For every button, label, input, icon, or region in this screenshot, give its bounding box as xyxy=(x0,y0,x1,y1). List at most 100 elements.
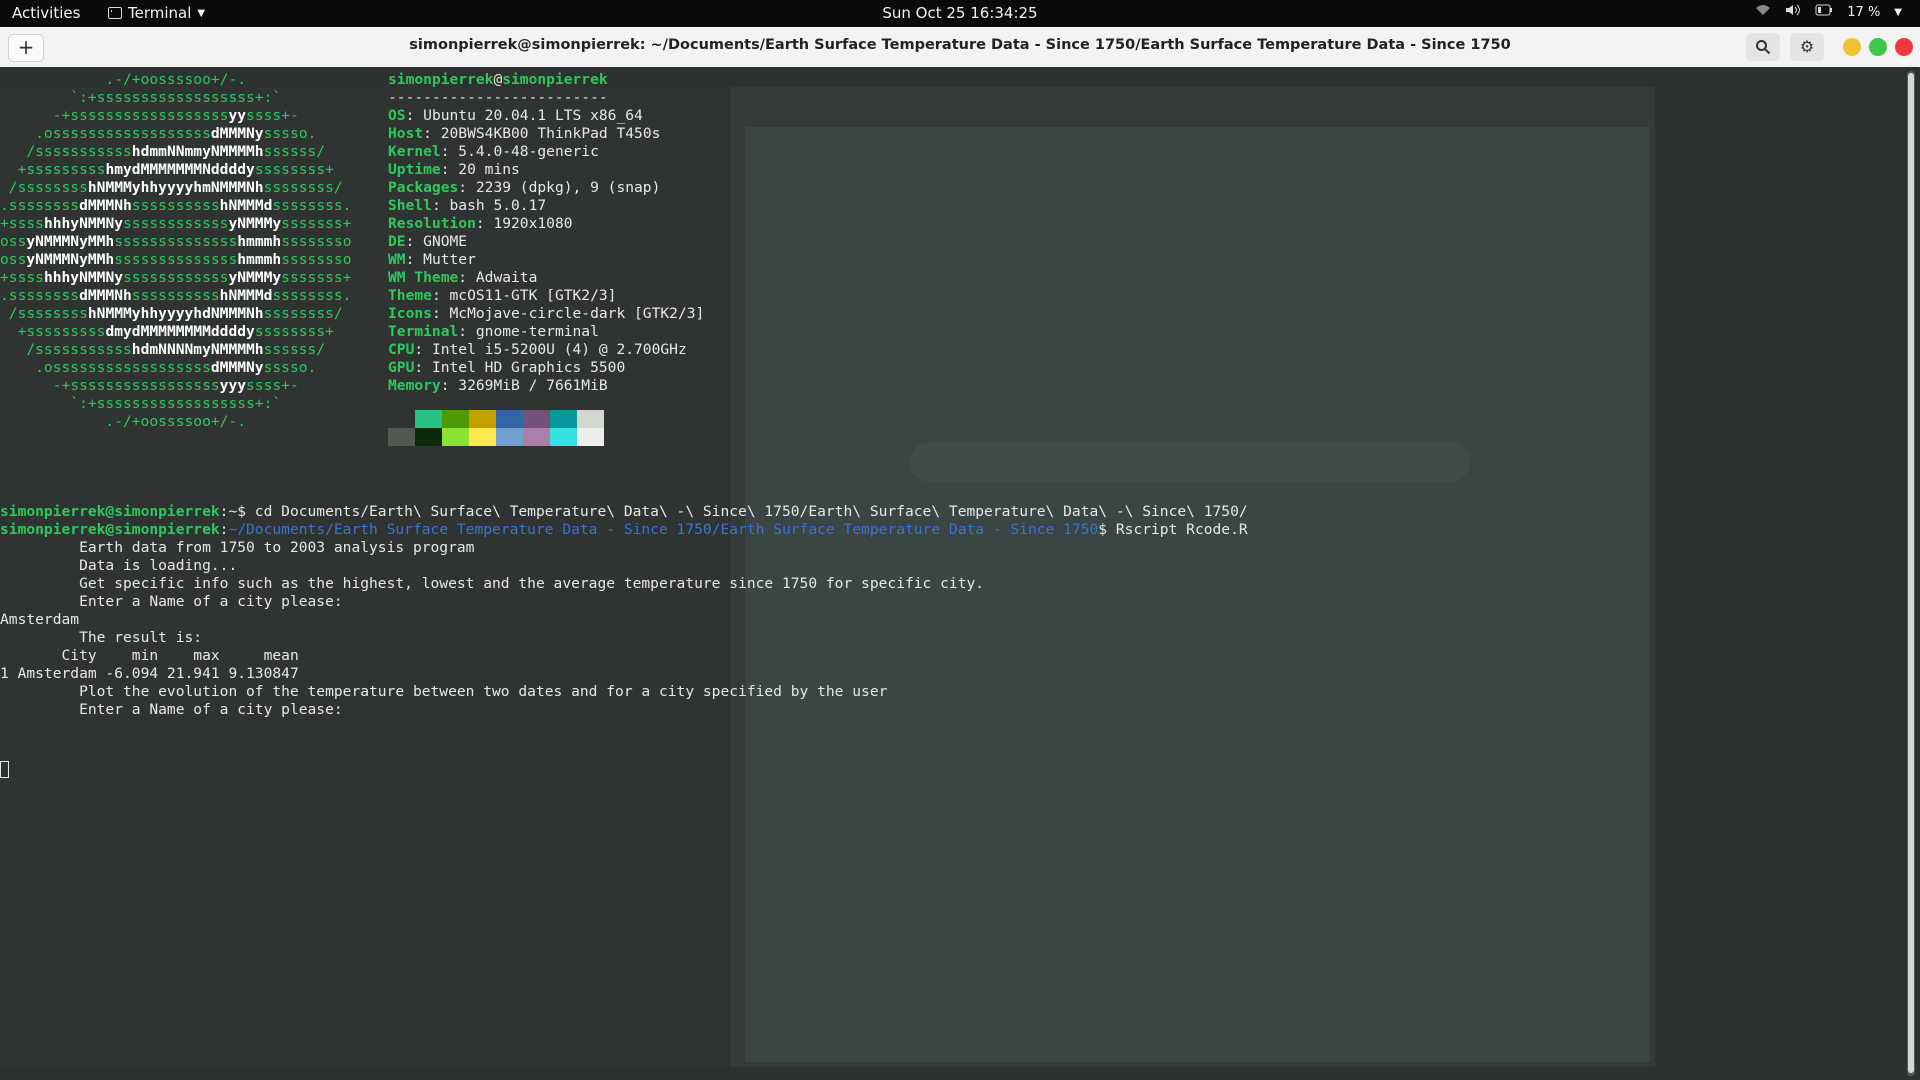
palette-swatch xyxy=(469,428,496,446)
search-button[interactable] xyxy=(1746,33,1780,61)
cwd-path: ~/Documents/Earth Surface Temperature Da… xyxy=(228,521,1099,538)
close-button[interactable] xyxy=(1895,38,1913,56)
palette-swatch xyxy=(469,410,496,428)
ascii-logo-row: /ssssssssssshdmNNNNmyNMMMMhssssss/ xyxy=(0,341,326,358)
info-key: Terminal xyxy=(388,323,459,340)
info-value: Ubuntu 20.04.1 LTS x86_64 xyxy=(423,107,643,124)
neofetch-info-row: Terminal: gnome-terminal xyxy=(388,323,599,340)
info-key: DE xyxy=(388,233,406,250)
menu-button[interactable]: ⚙ xyxy=(1790,33,1824,61)
neofetch-info-row: Shell: bash 5.0.17 xyxy=(388,197,547,214)
clock[interactable]: Sun Oct 25 16:34:25 xyxy=(882,4,1037,22)
neofetch-info-row: Kernel: 5.4.0-48-generic xyxy=(388,143,599,160)
palette-swatch xyxy=(550,410,577,428)
top-bar: Activities Terminal ▼ Sun Oct 25 16:34:2… xyxy=(0,0,1920,27)
info-key: Host xyxy=(388,125,424,142)
ascii-logo-row: `:+ssssssssssssssssss+:` xyxy=(0,395,282,412)
battery-icon xyxy=(1815,4,1833,20)
background-search-ghost xyxy=(910,442,1470,482)
neofetch-info-row: Host: 20BWS4KB00 ThinkPad T450s xyxy=(388,125,661,142)
neofetch-info-row: Uptime: 20 mins xyxy=(388,161,520,178)
ascii-logo-row: /ssssssssssshdmmNNmmyNMMMMhssssss/ xyxy=(0,143,326,160)
activities-button[interactable]: Activities xyxy=(12,4,80,22)
wifi-icon xyxy=(1755,4,1771,20)
output-line: 1 Amsterdam -6.094 21.941 9.130847 xyxy=(0,665,299,682)
ascii-logo-row: .ossssssssssssssssssdMMMNysssso. xyxy=(0,359,317,376)
ascii-logo-row: ossyNMMMNyMMhsssssssssssssshmmmhssssssso xyxy=(0,251,352,268)
neofetch-info-row: OS: Ubuntu 20.04.1 LTS x86_64 xyxy=(388,107,643,124)
minimize-button[interactable] xyxy=(1843,38,1861,56)
info-value: Adwaita xyxy=(475,269,538,286)
neofetch-info-row: GPU: Intel HD Graphics 5500 xyxy=(388,359,626,376)
info-value: gnome-terminal xyxy=(475,323,599,340)
neofetch-info-row: Memory: 3269MiB / 7661MiB xyxy=(388,377,608,394)
output-line: Enter a Name of a city please: xyxy=(0,593,343,610)
chevron-down-icon: ▼ xyxy=(1894,6,1902,18)
info-key: GPU xyxy=(388,359,415,376)
maximize-button[interactable] xyxy=(1869,38,1887,56)
terminal-icon xyxy=(108,7,122,19)
ascii-logo-row: .-/+oossssoo+/-. xyxy=(0,413,247,430)
output-line: Data is loading... xyxy=(0,557,238,574)
palette-swatch xyxy=(523,410,550,428)
ascii-logo-row: +sssssssssdmydMMMMMMMMddddyssssssss+ xyxy=(0,323,334,340)
info-key: Resolution xyxy=(388,215,476,232)
ascii-logo-row: +ssssssssshmydMMMMMMMNddddyssssssss+ xyxy=(0,161,334,178)
info-value: mcOS11-GTK [GTK2/3] xyxy=(449,287,617,304)
info-key: Packages xyxy=(388,179,459,196)
palette-swatch xyxy=(577,428,604,446)
info-key: Uptime xyxy=(388,161,441,178)
info-key: Shell xyxy=(388,197,432,214)
ascii-logo-row: ossyNMMMNyMMhsssssssssssssshmmmhssssssso xyxy=(0,233,352,250)
info-key: OS xyxy=(388,107,406,124)
system-tray[interactable]: 17 % ▼ xyxy=(1755,4,1902,20)
battery-level: 17 % xyxy=(1847,4,1881,20)
output-line: The result is: xyxy=(0,629,203,646)
info-value: GNOME xyxy=(423,233,468,250)
ascii-logo-row: .-/+oossssoo+/-. xyxy=(0,71,247,88)
palette-swatch xyxy=(388,410,415,428)
output-line: Enter a Name of a city please: xyxy=(0,701,343,718)
palette-swatch xyxy=(496,428,523,446)
info-value: Mutter xyxy=(423,251,476,268)
output-line: Plot the evolution of the temperature be… xyxy=(0,683,888,700)
info-value: 2239 (dpkg), 9 (snap) xyxy=(475,179,661,196)
info-value: Intel i5-5200U (4) @ 2.700GHz xyxy=(431,341,687,358)
info-value: 3269MiB / 7661MiB xyxy=(458,377,608,394)
neofetch-info-row: CPU: Intel i5-5200U (4) @ 2.700GHz xyxy=(388,341,687,358)
command-line-2: simonpierrek@simonpierrek:~/Documents/Ea… xyxy=(0,521,1248,538)
command-line-1: simonpierrek@simonpierrek:~$ cd Document… xyxy=(0,503,1248,520)
palette-swatch xyxy=(415,410,442,428)
info-key: WM Theme xyxy=(388,269,459,286)
scrollbar-thumb[interactable] xyxy=(1908,73,1914,1073)
info-key: Memory xyxy=(388,377,441,394)
palette-swatch xyxy=(442,428,469,446)
ascii-logo-row: +sssshhhyNMMNyssssssssssssyNMMMysssssss+ xyxy=(0,215,352,232)
neofetch-separator: ------------------------- xyxy=(388,89,608,106)
neofetch-info-row: Resolution: 1920x1080 xyxy=(388,215,573,232)
neofetch-title: simonpierrek@simonpierrek xyxy=(388,71,608,88)
new-tab-button[interactable]: + xyxy=(8,34,44,62)
palette-swatch xyxy=(442,410,469,428)
info-value: Intel HD Graphics 5500 xyxy=(431,359,626,376)
app-menu[interactable]: Terminal ▼ xyxy=(108,4,205,22)
terminal-output[interactable]: .-/+oossssoo+/-. `:+ssssssssssssssssss+:… xyxy=(0,67,1920,1080)
info-key: CPU xyxy=(388,341,415,358)
neofetch-info-row: Packages: 2239 (dpkg), 9 (snap) xyxy=(388,179,661,196)
palette-swatch xyxy=(523,428,550,446)
info-key: Theme xyxy=(388,287,432,304)
neofetch-info-row: Theme: mcOS11-GTK [GTK2/3] xyxy=(388,287,617,304)
info-value: bash 5.0.17 xyxy=(449,197,547,214)
palette-swatch xyxy=(496,410,523,428)
output-line: City min max mean xyxy=(0,647,299,664)
terminal-window: + simonpierrek@simonpierrek: ~/Documents… xyxy=(0,27,1920,1080)
ascii-logo-row: -+ssssssssssssssssssyyssss+- xyxy=(0,107,299,124)
neofetch-info-row: WM Theme: Adwaita xyxy=(388,269,538,286)
app-name: Terminal xyxy=(128,4,192,22)
output-line: Get specific info such as the highest, l… xyxy=(0,575,985,592)
ascii-logo-row: .ssssssssdMMMNhsssssssssshNMMMdssssssss. xyxy=(0,197,352,214)
search-icon xyxy=(1746,33,1780,61)
ascii-logo-row: /sssssssshNMMMyhhyyyyhdNMMMNhssssssss/ xyxy=(0,305,343,322)
palette-swatch xyxy=(550,428,577,446)
neofetch-info-row: DE: GNOME xyxy=(388,233,468,250)
